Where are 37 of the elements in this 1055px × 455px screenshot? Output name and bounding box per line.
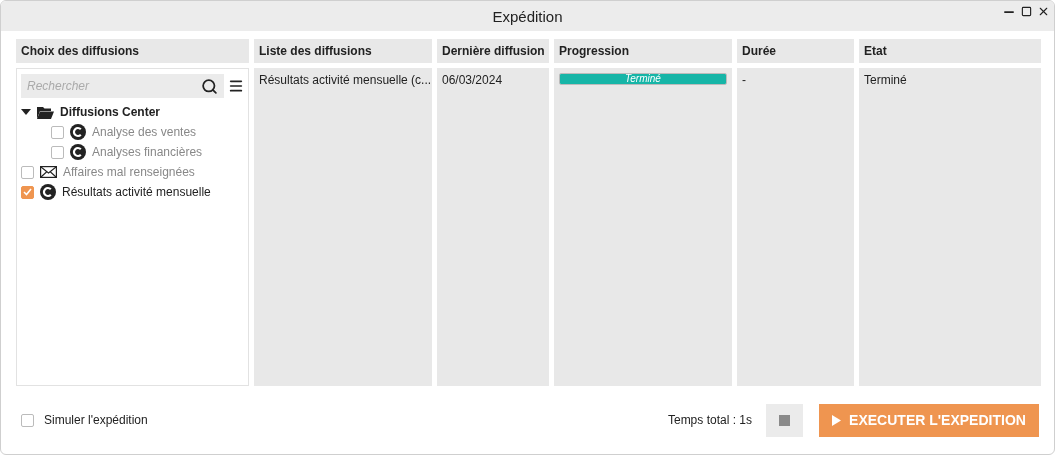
- envelope-icon: [40, 166, 57, 178]
- checkbox[interactable]: [51, 125, 64, 139]
- checkbox[interactable]: [51, 145, 64, 159]
- progress-label: Terminé: [624, 74, 662, 84]
- tree-item[interactable]: Résultats activité mensuelle: [62, 185, 211, 199]
- column-header: Durée: [737, 39, 854, 63]
- checkbox[interactable]: [21, 165, 34, 179]
- folder-label[interactable]: Diffusions Center: [60, 105, 160, 119]
- stop-icon: [779, 414, 790, 426]
- stop-button[interactable]: [766, 403, 803, 437]
- folder-icon: [37, 105, 54, 119]
- c-logo-icon: [70, 124, 86, 140]
- tree-item[interactable]: Analyse des ventes: [92, 125, 197, 139]
- column-header: Progression: [554, 39, 732, 63]
- window-title: Expédition: [492, 7, 563, 25]
- maximize-icon[interactable]: [1021, 6, 1032, 17]
- simulate-label: Simuler l'expédition: [44, 413, 148, 427]
- total-time: Temps total : 1s: [667, 413, 752, 427]
- run-button[interactable]: EXECUTER L'EXPEDITION: [819, 403, 1039, 437]
- search-icon[interactable]: [201, 77, 218, 95]
- table-cell-text: Terminé: [864, 73, 908, 87]
- checkbox[interactable]: [21, 185, 34, 199]
- column-header: Dernière diffusion: [437, 39, 549, 63]
- table-cell-text: -: [742, 73, 747, 87]
- menu-button[interactable]: [228, 78, 244, 94]
- c-logo-icon: [70, 144, 86, 160]
- column-header: Etat: [859, 39, 1041, 63]
- c-logo-icon: [40, 184, 56, 200]
- tree-item[interactable]: Analyses financières: [92, 145, 203, 159]
- tree-item[interactable]: Affaires mal renseignées: [63, 165, 195, 179]
- checkbox[interactable]: [21, 413, 34, 427]
- expand-caret-icon[interactable]: [21, 108, 31, 116]
- column-header: Choix des diffusions: [16, 39, 249, 63]
- table-cell-text: 06/03/2024: [442, 73, 504, 87]
- close-icon[interactable]: [1037, 5, 1050, 18]
- column-header: Liste des diffusions: [254, 39, 432, 63]
- play-icon: [832, 414, 842, 426]
